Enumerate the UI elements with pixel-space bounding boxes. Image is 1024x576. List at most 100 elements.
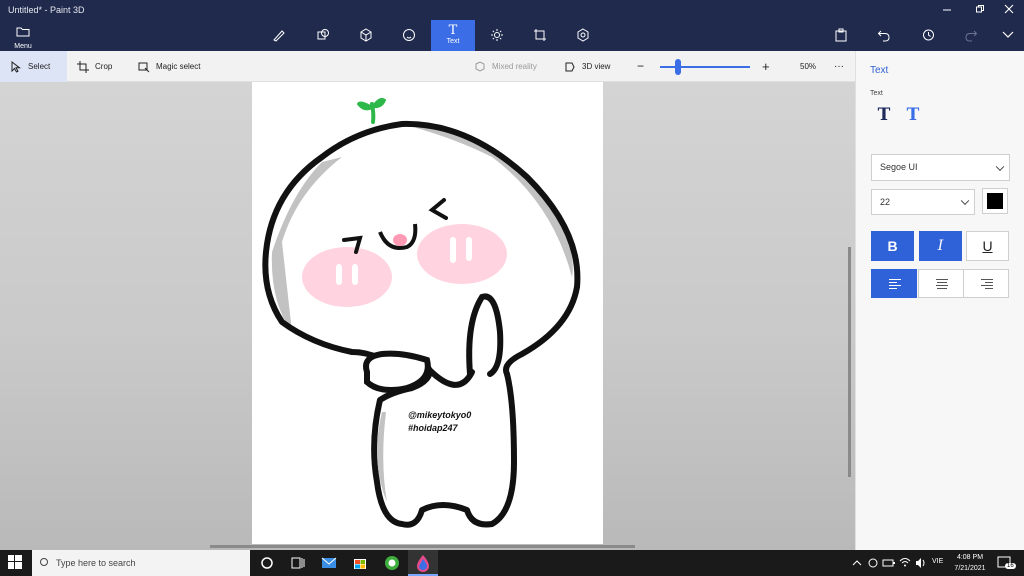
italic-button[interactable]: I: [919, 231, 962, 261]
text-color-swatch[interactable]: [982, 188, 1008, 214]
restore-button[interactable]: [965, 2, 995, 20]
more-options-button[interactable]: ···: [834, 51, 844, 82]
2d-text-button[interactable]: T: [874, 105, 894, 125]
align-left-button[interactable]: [871, 269, 917, 298]
3d-view-icon: [565, 62, 575, 71]
font-size-value: 22: [880, 197, 891, 207]
bold-button[interactable]: B: [871, 231, 914, 261]
zoom-slider-track[interactable]: [660, 66, 750, 68]
3d-shapes-icon: [360, 28, 372, 42]
chevron-down-icon: [995, 162, 1005, 171]
minimize-button[interactable]: [932, 2, 962, 20]
tray-app-button[interactable]: [866, 550, 880, 576]
crop-label: Crop: [95, 62, 113, 71]
paint-3d-app-button[interactable]: [408, 550, 438, 576]
clock[interactable]: 4:08 PM 7/21/2021: [948, 552, 992, 574]
canvas-icon: [534, 29, 546, 41]
network-button[interactable]: [898, 550, 912, 576]
watermark-line-1: @mikeytokyo0: [408, 410, 472, 420]
2d-shapes-icon: [317, 29, 329, 40]
align-right-button[interactable]: [963, 269, 1009, 298]
sprout-leaf-right: [372, 97, 387, 109]
show-hidden-icons-button[interactable]: [850, 550, 864, 576]
zoom-slider-thumb[interactable]: [675, 59, 681, 75]
mixed-reality-button[interactable]: Mixed reality: [474, 51, 537, 82]
paste-button[interactable]: [834, 28, 852, 46]
magic-select-icon: [138, 62, 150, 72]
head-shadow: [271, 157, 342, 332]
task-view-button[interactable]: [283, 550, 313, 576]
canvas-page[interactable]: @mikeytokyo0 #hoidap247: [252, 82, 603, 544]
coccoc-browser-icon: [385, 556, 399, 570]
undo-button[interactable]: [877, 28, 895, 46]
horizontal-scrollbar[interactable]: [210, 545, 635, 548]
crop-button[interactable]: Crop: [77, 51, 112, 82]
clock-date: 7/21/2021: [954, 565, 986, 572]
collapse-toolbar-button[interactable]: [1001, 28, 1019, 46]
paint-3d-icon: [417, 555, 429, 572]
taskbar-search-box[interactable]: Type here to search: [32, 550, 250, 576]
2d-text-icon: T: [877, 105, 891, 125]
magic-select-button[interactable]: Magic select: [138, 51, 200, 82]
clock-time: 4:08 PM: [956, 554, 984, 561]
notification-center-button[interactable]: 16: [995, 550, 1016, 576]
restore-icon: [976, 5, 984, 13]
close-button[interactable]: [994, 2, 1024, 20]
history-button[interactable]: [921, 28, 939, 46]
battery-icon: [882, 559, 895, 567]
menu-label: Menu: [14, 43, 32, 50]
vertical-scrollbar[interactable]: [848, 247, 851, 477]
close-icon: [1004, 4, 1014, 14]
windows-start-icon[interactable]: [8, 555, 22, 569]
stickers-tool[interactable]: [393, 22, 425, 50]
volume-button[interactable]: [914, 550, 928, 576]
zoom-level[interactable]: 50%: [800, 51, 816, 82]
font-family-select[interactable]: Segoe UI: [871, 154, 1010, 181]
align-right-icon: [981, 279, 993, 291]
panel-title: Text: [870, 65, 889, 76]
text-panel: Text Text T T Segoe UI 22 B I U: [855, 51, 1024, 550]
tray-app-icon: [868, 558, 878, 568]
menu-button[interactable]: Menu: [8, 24, 38, 50]
zoom-in-button[interactable]: +: [762, 51, 770, 82]
selection-toolbar: Select Crop Magic select Mixed reality 3…: [0, 51, 855, 82]
speaker-icon: [916, 558, 925, 568]
effects-icon: [491, 29, 503, 41]
sprout-leaf-left: [356, 101, 373, 111]
2d-shapes-tool[interactable]: [307, 22, 339, 50]
3d-text-button[interactable]: T: [903, 105, 923, 125]
3d-library-tool[interactable]: [567, 22, 599, 50]
store-icon: [354, 559, 366, 569]
redo-button[interactable]: [964, 28, 982, 46]
3d-view-label: 3D view: [582, 62, 611, 71]
underline-button[interactable]: U: [966, 231, 1009, 261]
battery-button[interactable]: [882, 550, 896, 576]
canvas-workspace[interactable]: @mikeytokyo0 #hoidap247: [0, 82, 855, 550]
3d-shapes-tool[interactable]: [350, 22, 382, 50]
panel-section-label: Text: [870, 90, 883, 97]
cortana-button[interactable]: [252, 550, 282, 576]
brushes-tool[interactable]: [263, 22, 295, 50]
chevron-down-icon: [1002, 31, 1014, 38]
zoom-out-button[interactable]: −: [637, 51, 644, 82]
tongue: [393, 234, 407, 246]
canvas-tool[interactable]: [524, 22, 556, 50]
input-language[interactable]: VIE: [932, 558, 943, 565]
cheek-right: [417, 224, 507, 284]
chevron-up-icon: [852, 560, 862, 566]
align-center-button[interactable]: [918, 269, 964, 298]
crop-icon: [77, 60, 89, 73]
text-tool[interactable]: T Text: [431, 20, 475, 51]
store-app-button[interactable]: [345, 550, 375, 576]
select-label: Select: [28, 62, 51, 71]
3d-view-button[interactable]: 3D view: [564, 51, 610, 82]
mail-app-button[interactable]: [314, 550, 344, 576]
effects-tool[interactable]: [481, 22, 513, 50]
select-button[interactable]: Select: [0, 51, 67, 82]
font-size-select[interactable]: 22: [871, 189, 975, 215]
folder-icon: [16, 27, 30, 37]
chevron-down-icon: [960, 196, 970, 206]
browser-app-button[interactable]: [377, 550, 407, 576]
redo-icon: [965, 30, 978, 42]
pointing-arm: [466, 293, 504, 377]
